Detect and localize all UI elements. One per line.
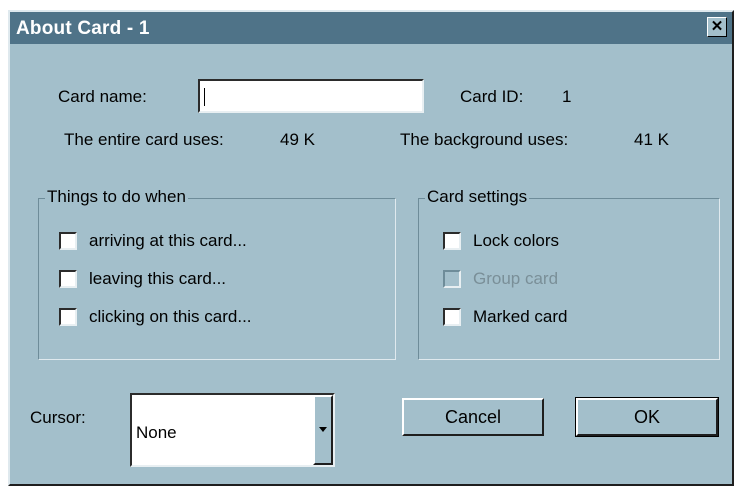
checkbox-box[interactable] (59, 232, 77, 250)
card-settings-title: Card settings (425, 187, 530, 207)
checkbox-clicking[interactable]: clicking on this card... (59, 305, 252, 329)
checkbox-box-disabled (443, 270, 461, 288)
chevron-down-icon[interactable] (313, 395, 333, 465)
cursor-select-value: None (136, 423, 177, 442)
cursor-select[interactable]: None (130, 393, 335, 467)
about-card-dialog: About Card - 1 ✕ Card name: Card ID: 1 T… (8, 10, 734, 486)
checkbox-label: Lock colors (473, 231, 559, 250)
ok-button[interactable]: OK (575, 397, 719, 437)
entire-card-uses-label: The entire card uses: (64, 130, 224, 149)
cancel-button[interactable]: Cancel (402, 398, 544, 436)
title-bar[interactable]: About Card - 1 ✕ (10, 12, 732, 44)
checkbox-label: Marked card (473, 307, 568, 326)
background-uses-label: The background uses: (400, 130, 569, 149)
entire-card-uses-value: 49 K (280, 130, 315, 149)
things-to-do-title: Things to do when (45, 187, 188, 207)
card-id-value: 1 (562, 87, 572, 106)
close-button[interactable]: ✕ (707, 17, 727, 37)
card-settings-group: Card settings Lock colors Group card Mar… (418, 187, 720, 360)
checkbox-lock-colors[interactable]: Lock colors (443, 229, 559, 253)
checkbox-marked-card[interactable]: Marked card (443, 305, 567, 329)
background-uses-value: 41 K (634, 130, 669, 149)
things-to-do-group: Things to do when arriving at this card.… (38, 187, 396, 360)
text-caret (204, 88, 205, 106)
checkbox-leaving[interactable]: leaving this card... (59, 267, 226, 291)
card-name-input[interactable] (198, 79, 424, 113)
cursor-label: Cursor: (30, 408, 86, 427)
checkbox-box[interactable] (443, 308, 461, 326)
checkbox-box[interactable] (59, 308, 77, 326)
card-id-label: Card ID: (460, 87, 524, 106)
checkbox-label: leaving this card... (89, 269, 227, 288)
checkbox-group-card: Group card (443, 267, 558, 291)
card-name-label: Card name: (58, 87, 147, 106)
checkbox-box[interactable] (59, 270, 77, 288)
checkbox-label: arriving at this card... (89, 231, 247, 250)
checkbox-label: clicking on this card... (89, 307, 252, 326)
checkbox-box[interactable] (443, 232, 461, 250)
dialog-title: About Card - 1 (16, 18, 150, 39)
checkbox-label: Group card (473, 269, 559, 288)
checkbox-arriving[interactable]: arriving at this card... (59, 229, 247, 253)
close-icon: ✕ (710, 18, 724, 35)
